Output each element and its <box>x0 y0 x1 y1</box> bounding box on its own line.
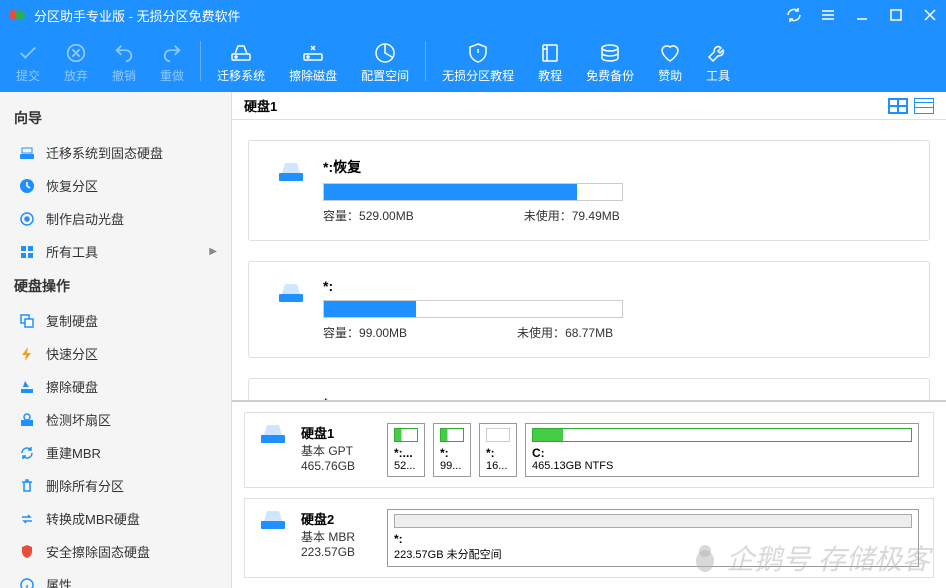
copy-icon <box>18 312 36 330</box>
ssd-icon <box>18 144 36 162</box>
partition-box[interactable]: *:16... <box>479 423 517 477</box>
partition-detail: *:恢复 容量：529.00MB未使用：79.49MB *: 容量：99.00M… <box>232 120 946 400</box>
heart-icon <box>658 39 682 67</box>
toolbar-separator <box>425 41 426 81</box>
shield-icon <box>18 543 36 561</box>
sidebar-rebuild[interactable]: 重建MBR <box>0 436 231 469</box>
course-button[interactable]: 教程 <box>526 30 574 92</box>
scan-icon <box>18 411 36 429</box>
detail-title: 硬盘1 <box>244 96 277 115</box>
view-list-icon[interactable] <box>914 98 934 114</box>
menu-icon[interactable] <box>820 7 836 23</box>
maximize-icon[interactable] <box>888 7 904 23</box>
migrate-button[interactable]: 迁移系统 <box>205 30 277 92</box>
app-title: 分区助手专业版 - 无损分区免费软件 <box>34 6 241 25</box>
titlebar: 分区助手专业版 - 无损分区免费软件 <box>0 0 946 30</box>
undo-icon <box>113 39 135 67</box>
toolbar: 提交 放弃 撤销 重做 迁移系统 擦除磁盘 配置空间 无损分区教程 教程 免费备… <box>0 30 946 92</box>
backup-button[interactable]: 免费备份 <box>574 30 646 92</box>
wizard-heading: 向导 <box>0 100 231 136</box>
partition-name: *:恢复 <box>323 157 901 177</box>
disk-list: 硬盘1 基本 GPT 465.76GB *:...52... *:99... *… <box>232 400 946 588</box>
content-header: 硬盘1 <box>232 92 946 120</box>
sidebar-recover[interactable]: 恢复分区 <box>0 169 231 202</box>
trash-icon <box>18 477 36 495</box>
diskops-heading: 硬盘操作 <box>0 268 231 304</box>
partition-box[interactable]: *:223.57GB 未分配空间 <box>387 509 919 567</box>
partition-card[interactable]: *: <box>248 378 930 400</box>
usage-bar <box>323 300 623 318</box>
sponsor-button[interactable]: 赞助 <box>646 30 694 92</box>
wrench-icon <box>706 39 730 67</box>
recover-icon <box>18 177 36 195</box>
sidebar-properties[interactable]: 属性 <box>0 568 231 588</box>
sidebar-bootdisc[interactable]: 制作启动光盘 <box>0 202 231 235</box>
sidebar-alltools[interactable]: 所有工具▶ <box>0 235 231 268</box>
drive-icon <box>277 161 305 224</box>
partition-box[interactable]: *:99... <box>433 423 471 477</box>
view-grid-icon[interactable] <box>888 98 908 114</box>
bolt-icon <box>18 345 36 363</box>
grid-icon <box>18 243 36 261</box>
partition-card[interactable]: *: 容量：99.00MB未使用：68.77MB <box>248 261 930 358</box>
partition-box[interactable]: C:465.13GB NTFS <box>525 423 919 477</box>
erase-icon <box>301 39 325 67</box>
minimize-icon[interactable] <box>854 7 870 23</box>
disk-row[interactable]: 硬盘1 基本 GPT 465.76GB *:...52... *:99... *… <box>244 412 934 488</box>
partition-box[interactable]: *:...52... <box>387 423 425 477</box>
disk-type: 基本 GPT <box>301 442 373 459</box>
undo-button[interactable]: 撤销 <box>100 30 148 92</box>
disk-size: 465.76GB <box>301 459 373 473</box>
tools-button[interactable]: 工具 <box>694 30 742 92</box>
check-icon <box>17 39 39 67</box>
sidebar-quick[interactable]: 快速分区 <box>0 337 231 370</box>
wipe-icon <box>18 378 36 396</box>
sidebar-badsector[interactable]: 检测坏扇区 <box>0 403 231 436</box>
sidebar-deleteall[interactable]: 删除所有分区 <box>0 469 231 502</box>
disk-size: 223.57GB <box>301 545 373 559</box>
wipe-button[interactable]: 擦除磁盘 <box>277 30 349 92</box>
disk-type: 基本 MBR <box>301 528 373 545</box>
book-icon <box>538 39 562 67</box>
allocate-button[interactable]: 配置空间 <box>349 30 421 92</box>
partition-card[interactable]: *:恢复 容量：529.00MB未使用：79.49MB <box>248 140 930 241</box>
drive-icon <box>229 39 253 67</box>
rebuild-icon <box>18 444 36 462</box>
disk-icon <box>259 423 287 445</box>
sidebar-wipe[interactable]: 擦除硬盘 <box>0 370 231 403</box>
redo-button[interactable]: 重做 <box>148 30 196 92</box>
sidebar: 向导 迁移系统到固态硬盘 恢复分区 制作启动光盘 所有工具▶ 硬盘操作 复制硬盘… <box>0 92 232 588</box>
info-icon <box>18 576 36 588</box>
app-logo-icon <box>8 6 26 24</box>
disk-row[interactable]: 硬盘2 基本 MBR 223.57GB *:223.57GB 未分配空间 <box>244 498 934 578</box>
shield-icon <box>466 39 490 67</box>
disc-icon <box>18 210 36 228</box>
tutorial-button[interactable]: 无损分区教程 <box>430 30 526 92</box>
sidebar-convertmbr[interactable]: 转换成MBR硬盘 <box>0 502 231 535</box>
chevron-right-icon: ▶ <box>209 246 217 257</box>
usage-bar <box>323 183 623 201</box>
cancel-icon <box>65 39 87 67</box>
sidebar-secureerase[interactable]: 安全擦除固态硬盘 <box>0 535 231 568</box>
toolbar-separator <box>200 41 201 81</box>
sidebar-migrate-ssd[interactable]: 迁移系统到固态硬盘 <box>0 136 231 169</box>
disk-icon <box>259 509 287 531</box>
commit-button[interactable]: 提交 <box>4 30 52 92</box>
discard-button[interactable]: 放弃 <box>52 30 100 92</box>
drive-icon <box>277 282 305 341</box>
backup-icon <box>598 39 622 67</box>
close-icon[interactable] <box>922 7 938 23</box>
redo-icon <box>161 39 183 67</box>
disk-name: 硬盘1 <box>301 423 373 442</box>
disk-name: 硬盘2 <box>301 509 373 528</box>
content-area: 硬盘1 *:恢复 容量：529.00MB未使用：79.49MB *: <box>232 92 946 588</box>
sidebar-copy[interactable]: 复制硬盘 <box>0 304 231 337</box>
partition-name: *: <box>323 278 901 294</box>
convert-icon <box>18 510 36 528</box>
refresh-icon[interactable] <box>786 7 802 23</box>
pie-icon <box>373 39 397 67</box>
